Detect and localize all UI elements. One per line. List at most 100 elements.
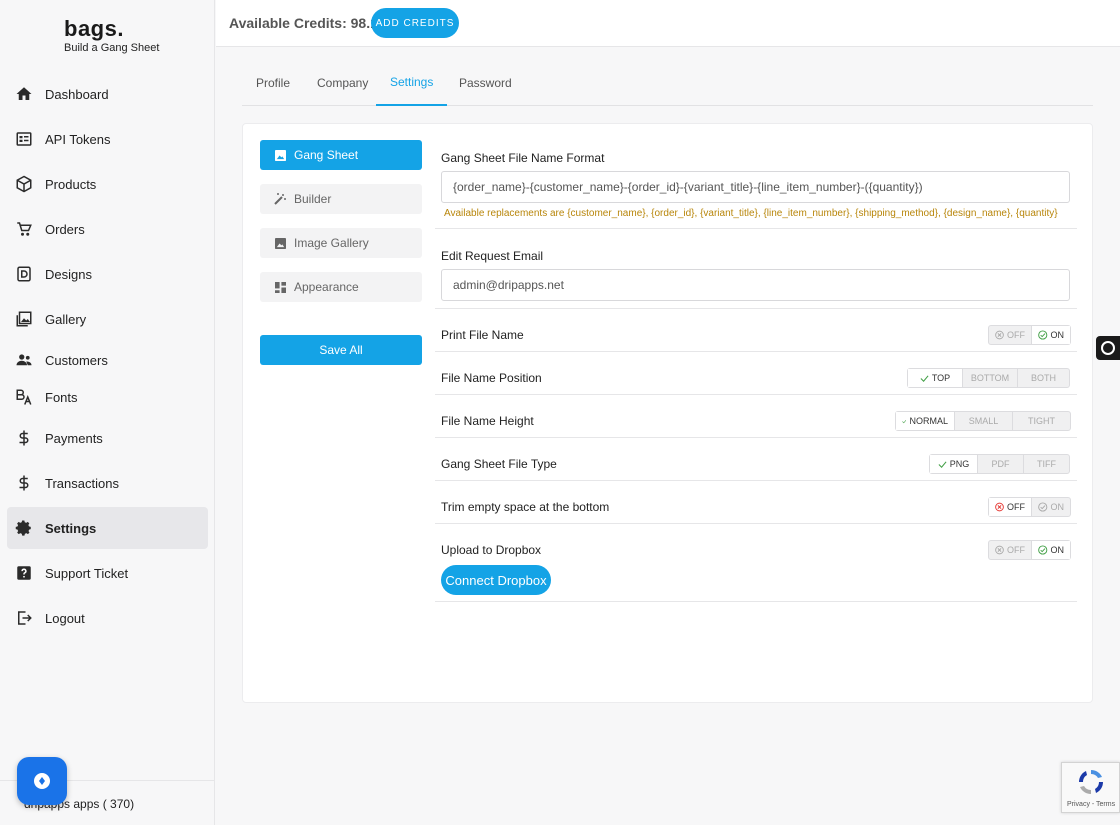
position-bottom-option[interactable]: BOTTOM [962, 369, 1017, 387]
sidebar-item-label: Gallery [45, 311, 87, 327]
ring-icon [1101, 341, 1115, 355]
gallery-icon [15, 310, 33, 328]
tab-profile[interactable]: Profile [242, 60, 304, 106]
sidebar-item-gallery[interactable]: Gallery [7, 298, 208, 340]
file-name-format-input[interactable]: {order_name}-{customer_name}-{order_id}-… [441, 171, 1070, 203]
trim-empty-on-option[interactable]: ON [1031, 498, 1070, 516]
subnav-builder[interactable]: Builder [260, 184, 422, 214]
file-type-png-option[interactable]: PNG [930, 455, 977, 473]
height-tight-option[interactable]: TIGHT [1012, 412, 1070, 430]
settings-card: Gang Sheet Builder Image Gallery Appeara… [242, 123, 1093, 703]
subnav-label: Appearance [294, 280, 359, 294]
sidebar-item-label: Products [45, 176, 97, 192]
on-label: ON [1050, 330, 1065, 340]
sidebar-item-designs[interactable]: Designs [7, 253, 208, 295]
magic-wand-icon [274, 193, 286, 205]
height-small-option[interactable]: SMALL [954, 412, 1012, 430]
logout-icon [15, 609, 33, 627]
file-name-height-toggle: NORMAL SMALL TIGHT [895, 411, 1071, 431]
dashboard-grid-icon [274, 281, 286, 293]
brand-logo[interactable]: bags. Build a Gang Sheet [64, 16, 159, 54]
sidebar-item-transactions[interactable]: Transactions [7, 462, 208, 504]
upload-dropbox-label: Upload to Dropbox [441, 543, 542, 557]
add-credits-button[interactable]: ADD CREDITS [371, 8, 459, 38]
x-circle-icon [995, 502, 1004, 512]
sidebar-item-label: Logout [45, 610, 85, 626]
print-file-name-off-option[interactable]: OFF [989, 326, 1031, 344]
png-label: PNG [949, 459, 970, 469]
brand-tagline: Build a Gang Sheet [64, 42, 160, 54]
subnav-gang-sheet[interactable]: Gang Sheet [260, 140, 422, 170]
subnav-label: Image Gallery [294, 236, 369, 250]
gear-icon [15, 519, 33, 537]
cube-icon [15, 175, 33, 193]
sidebar-item-fonts[interactable]: Fonts [7, 376, 208, 418]
on-label: ON [1050, 502, 1065, 512]
x-circle-icon [995, 545, 1004, 555]
account-tabs: Profile Company Settings Password [242, 60, 1093, 106]
sidebar-item-products[interactable]: Products [7, 163, 208, 205]
normal-label: NORMAL [909, 416, 948, 426]
sidebar-item-payments[interactable]: Payments [7, 417, 208, 459]
file-name-height-label: File Name Height [441, 414, 534, 428]
image-icon [274, 149, 286, 161]
check-icon [902, 419, 907, 423]
sidebar-item-label: Designs [45, 266, 92, 282]
off-label: OFF [1007, 330, 1025, 340]
sidebar-item-label: Dashboard [45, 86, 109, 102]
file-type-tiff-option[interactable]: TIFF [1023, 455, 1069, 473]
designs-icon [15, 265, 33, 283]
side-widget-button[interactable] [1096, 336, 1120, 360]
file-type-toggle: PNG PDF TIFF [929, 454, 1070, 474]
upload-dropbox-on-option[interactable]: ON [1031, 541, 1070, 559]
sidebar-item-label: API Tokens [45, 131, 111, 147]
recaptcha-links[interactable]: Privacy - Terms [1067, 801, 1115, 808]
sidebar-item-customers[interactable]: Customers [7, 339, 208, 381]
upload-dropbox-off-option[interactable]: OFF [989, 541, 1031, 559]
sidebar-item-orders[interactable]: Orders [7, 208, 208, 250]
height-normal-option[interactable]: NORMAL [896, 412, 954, 430]
check-icon [920, 374, 929, 382]
print-file-name-on-option[interactable]: ON [1031, 326, 1070, 344]
off-label: OFF [1007, 545, 1025, 555]
off-label: OFF [1007, 502, 1025, 512]
check-circle-icon [1038, 330, 1048, 340]
position-both-option[interactable]: BOTH [1017, 369, 1069, 387]
top-bar: Available Credits: 98.11 ADD CREDITS [216, 0, 1120, 47]
chat-icon [34, 773, 50, 789]
sidebar: bags. Build a Gang Sheet Dashboard API T… [0, 0, 215, 825]
sidebar-item-logout[interactable]: Logout [7, 597, 208, 639]
sidebar-item-dashboard[interactable]: Dashboard [7, 73, 208, 115]
tab-company[interactable]: Company [303, 60, 382, 106]
print-file-name-label: Print File Name [441, 328, 524, 342]
trim-empty-off-option[interactable]: OFF [989, 498, 1031, 516]
file-type-label: Gang Sheet File Type [441, 457, 557, 471]
print-file-name-toggle: OFF ON [988, 325, 1071, 345]
check-icon [938, 460, 947, 468]
file-type-pdf-option[interactable]: PDF [977, 455, 1023, 473]
check-circle-icon [1038, 502, 1048, 512]
question-icon [15, 564, 33, 582]
trim-empty-toggle: OFF ON [988, 497, 1071, 517]
available-credits: Available Credits: 98.11 [229, 15, 385, 31]
save-all-button[interactable]: Save All [260, 335, 422, 365]
sidebar-item-label: Orders [45, 221, 85, 237]
sidebar-item-api-tokens[interactable]: API Tokens [7, 118, 208, 160]
tab-settings[interactable]: Settings [376, 60, 448, 106]
connect-dropbox-button[interactable]: Connect Dropbox [441, 565, 551, 595]
sidebar-item-support-ticket[interactable]: Support Ticket [7, 552, 208, 594]
sidebar-item-settings[interactable]: Settings [7, 507, 208, 549]
position-top-option[interactable]: TOP [908, 369, 962, 387]
subnav-appearance[interactable]: Appearance [260, 272, 422, 302]
check-circle-icon [1038, 545, 1048, 555]
recaptcha-badge[interactable]: Privacy - Terms [1061, 762, 1120, 813]
chat-launcher-button[interactable] [17, 757, 67, 805]
people-icon [15, 351, 33, 369]
edit-request-email-input[interactable]: admin@dripapps.net [441, 269, 1070, 301]
subnav-image-gallery[interactable]: Image Gallery [260, 228, 422, 258]
api-tokens-icon [15, 130, 33, 148]
file-name-position-toggle: TOP BOTTOM BOTH [907, 368, 1070, 388]
tab-password[interactable]: Password [445, 60, 526, 106]
top-label: TOP [931, 373, 951, 383]
divider [435, 523, 1077, 524]
